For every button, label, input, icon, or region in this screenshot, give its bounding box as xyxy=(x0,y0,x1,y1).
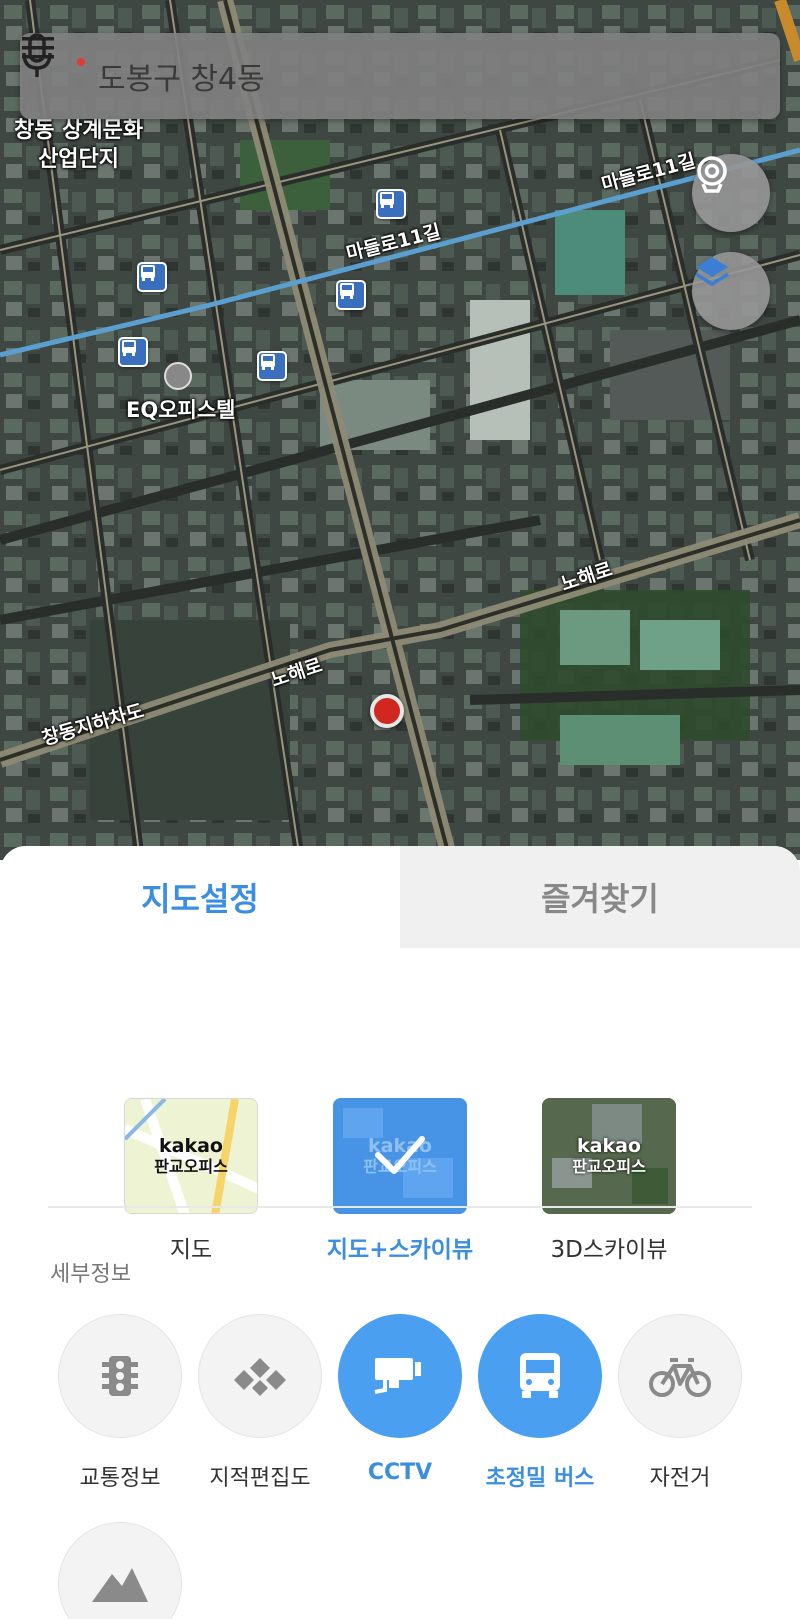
bus-stop-icon[interactable] xyxy=(336,280,366,310)
sheet-tabs: 지도설정 즐겨찾기 xyxy=(0,846,800,948)
detail-label: 자전거 xyxy=(649,1466,711,1491)
search-bar[interactable]: 도봉구 창4동 xyxy=(20,33,780,119)
bus-stop-icon[interactable] xyxy=(118,337,148,367)
map-type-label: 지도+스카이뷰 xyxy=(326,1237,474,1263)
map-label-district: 창동 상계문화 산업단지 xyxy=(14,118,144,172)
search-input[interactable]: 도봉구 창4동 xyxy=(90,54,710,98)
map-type-options: kakao 판교오피스 지도 kakao 판교오피스 지도+스카이뷰 kakao… xyxy=(0,948,800,1263)
map-settings-sheet: 지도설정 즐겨찾기 kakao 판교오피스 지도 kakao 판교오피스 지도+… xyxy=(0,846,800,1619)
bus-stop-icon[interactable] xyxy=(376,189,406,219)
layers-icon xyxy=(695,257,729,287)
building-marker-icon[interactable] xyxy=(164,362,192,390)
map-type-map[interactable]: kakao 판교오피스 xyxy=(124,1098,258,1214)
detail-cadastral[interactable]: 지적편집도 xyxy=(198,1314,322,1491)
checkmark-icon xyxy=(375,1136,425,1174)
voice-search-button[interactable] xyxy=(22,33,780,119)
microphone-icon xyxy=(22,33,52,77)
tab-map-settings[interactable]: 지도설정 xyxy=(0,846,400,948)
detail-bus[interactable]: 초정밀 버스 xyxy=(478,1314,602,1491)
section-divider xyxy=(48,1206,752,1208)
section-title: 세부정보 xyxy=(50,1262,131,1287)
traffic-light-icon xyxy=(102,1356,138,1396)
map-label-building: EQ오피스텔 xyxy=(126,398,236,422)
satellite-map[interactable]: 창동 상계문화 산업단지 EQ오피스텔 마들로11길 마들로11길 노해로 노해… xyxy=(0,0,800,860)
tab-favorites[interactable]: 즐겨찾기 xyxy=(400,846,800,948)
map-type-hybrid[interactable]: kakao 판교오피스 xyxy=(333,1098,467,1214)
cctv-camera-icon xyxy=(374,1358,421,1394)
bus-stop-icon[interactable] xyxy=(137,262,167,292)
bus-stop-icon[interactable] xyxy=(257,351,287,381)
thumb-sub: 판교오피스 xyxy=(154,1156,228,1176)
thumb-sub: 판교오피스 xyxy=(572,1156,646,1176)
layers-button[interactable] xyxy=(692,252,770,330)
detail-terrain[interactable] xyxy=(58,1522,182,1619)
roadview-button[interactable] xyxy=(692,154,770,232)
thumb-brand: kakao xyxy=(577,1134,641,1157)
detail-traffic[interactable]: 교통정보 xyxy=(58,1314,182,1491)
bus-icon xyxy=(520,1353,560,1398)
thumb-brand: kakao xyxy=(159,1134,223,1157)
detail-bicycle[interactable]: 자전거 xyxy=(618,1314,742,1491)
bicycle-icon xyxy=(649,1358,711,1397)
current-location-marker[interactable] xyxy=(370,694,404,728)
map-type-label: 3D스카이뷰 xyxy=(550,1237,668,1263)
cadastral-map-icon xyxy=(234,1358,286,1396)
mountain-icon xyxy=(92,1568,148,1602)
roadview-camera-icon xyxy=(697,156,727,193)
app-root: 창동 상계문화 산업단지 EQ오피스텔 마들로11길 마들로11길 노해로 노해… xyxy=(0,0,800,1619)
notification-dot xyxy=(77,58,85,66)
detail-cctv[interactable]: CCTV xyxy=(338,1314,462,1485)
map-type-3d-skyview[interactable]: kakao 판교오피스 xyxy=(542,1098,676,1214)
